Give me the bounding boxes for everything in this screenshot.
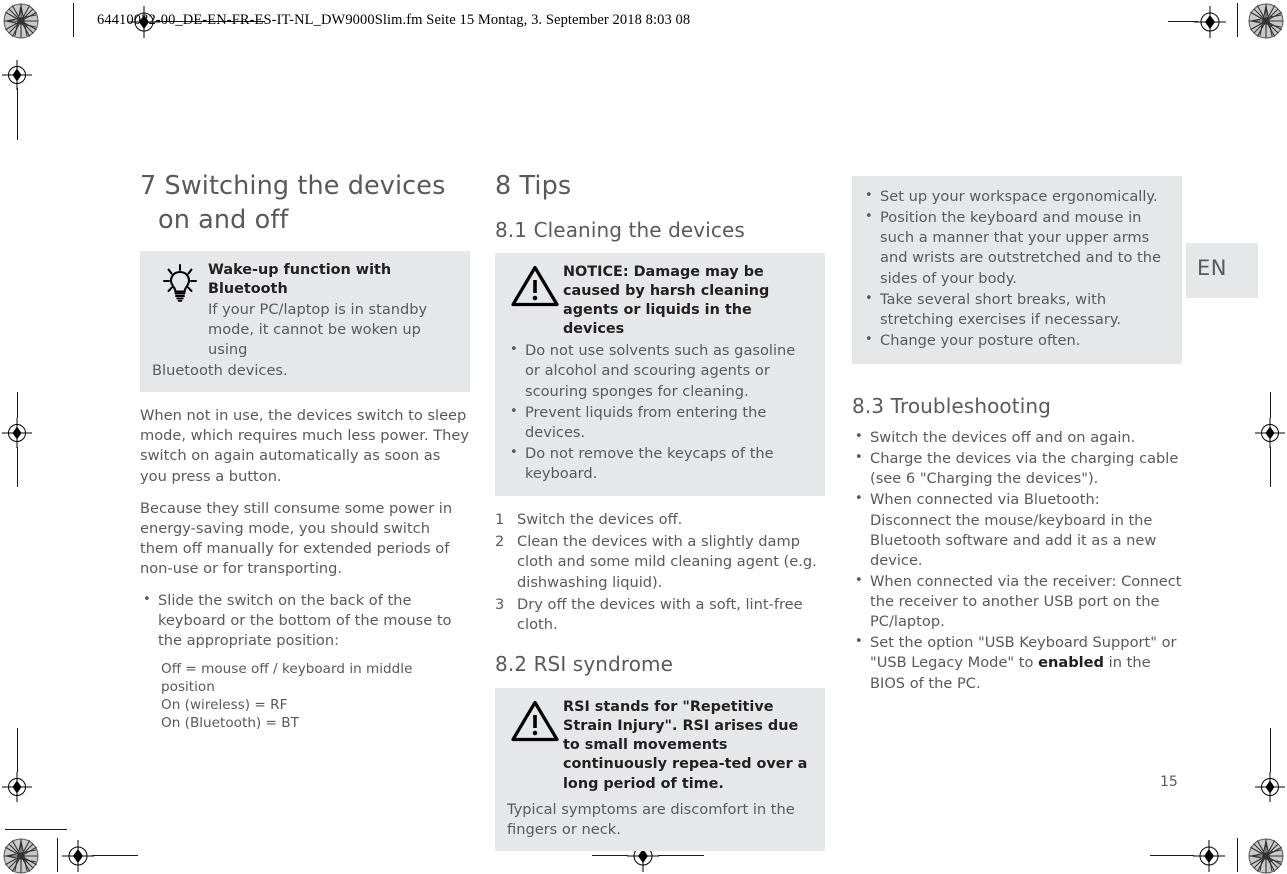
printed-page: 64410032-00_DE-EN-FR-ES-IT-NL_DW9000Slim…: [0, 0, 1287, 874]
switch-position-off: Off = mouse off / keyboard in middle pos…: [161, 660, 413, 695]
trim-rule-bottom-right-1: [1150, 855, 1194, 856]
registration-target-icon: [1255, 772, 1285, 802]
registration-target-icon: [2, 60, 32, 90]
list-item: Do not remove the keycaps of the keyboar…: [507, 444, 813, 484]
step-text: Clean the devices with a slightly damp c…: [517, 533, 817, 591]
trim-rule-left-upper: [17, 88, 18, 140]
content-column-3: Set up your workspace ergonomically. Pos…: [852, 176, 1182, 695]
trim-rule-right-mid-upper: [1270, 392, 1271, 418]
switch-instruction-list: Slide the switch on the back of the keyb…: [140, 591, 470, 651]
warning-triangle-icon: [507, 263, 563, 307]
language-tab-label: EN: [1197, 256, 1227, 280]
cleaning-steps-list: 1 Switch the devices off. 2 Clean the de…: [495, 510, 825, 635]
trim-rule-bottom-left-2: [92, 855, 138, 856]
switch-position-legend: Off = mouse off / keyboard in middle pos…: [161, 660, 470, 732]
content-column-2: 8 Tips 8.1 Cleaning the devices NOTICE: …: [495, 170, 825, 851]
registration-target-icon: [2, 772, 32, 802]
trim-rule-left: [73, 3, 74, 37]
star-target-rosette-icon: [3, 838, 39, 874]
list-item: Switch the devices off and on again.: [852, 428, 1182, 448]
switch-position-bt: On (Bluetooth) = BT: [161, 714, 299, 731]
registration-target-icon: [1194, 6, 1226, 38]
trim-rule-left-mid-lower: [17, 447, 18, 487]
registration-target-icon: [62, 840, 94, 872]
trim-rule-left-mid-upper: [17, 392, 18, 418]
registration-target-icon: [1193, 840, 1225, 872]
cleaning-notice-box: NOTICE: Damage may be caused by harsh cl…: [495, 252, 825, 497]
section-heading-7-line1: 7 Switching the devices: [140, 171, 446, 201]
energy-saving-paragraph: Because they still consume some power in…: [140, 499, 453, 577]
list-item: Charge the devices via the charging cabl…: [852, 449, 1182, 489]
content-column-1: 7 Switching the devices on and off Wake-…: [140, 170, 470, 732]
cleaning-notice-list: Do not use solvents such as gasoline or …: [507, 341, 813, 484]
list-item: 1 Switch the devices off.: [495, 510, 825, 530]
trim-rule-bottom-right-v: [1237, 838, 1238, 872]
section-heading-7: 7 Switching the devices on and off: [140, 170, 470, 237]
troubleshooting-list: Switch the devices off and on again. Cha…: [852, 428, 1182, 694]
list-item: When connected via Bluetooth: Disconnect…: [852, 490, 1182, 571]
list-item: 2 Clean the devices with a slightly damp…: [495, 532, 825, 592]
trim-rule-top-right: [1168, 21, 1198, 22]
switch-position-rf: On (wireless) = RF: [161, 696, 288, 713]
warning-triangle-icon: [507, 698, 563, 742]
step-number: 2: [495, 533, 505, 551]
list-item: Do not use solvents such as gasoline or …: [507, 341, 813, 401]
trim-rule-right: [1237, 3, 1238, 37]
rsi-notice-title: RSI stands for "Repetitive Strain Injury…: [563, 698, 808, 792]
bios-text-bold: enabled: [1038, 654, 1105, 672]
step-text: Switch the devices off.: [517, 511, 683, 529]
step-number: 3: [495, 595, 505, 613]
wake-up-tip-text-continued: Bluetooth devices.: [152, 362, 288, 379]
star-target-rosette-icon: [3, 3, 39, 39]
rsi-notice-box: RSI stands for "Repetitive Strain Injury…: [495, 687, 825, 851]
language-tab-en: EN: [1186, 243, 1258, 298]
list-item: Change your posture often.: [862, 331, 1168, 351]
star-target-rosette-icon: [1248, 838, 1284, 874]
list-item-bios: Set the option "USB Keyboard Support" or…: [852, 633, 1182, 693]
trim-rule-bottom-center-left: [592, 855, 628, 856]
list-item: Take several short breaks, with stretchi…: [862, 290, 1168, 330]
trim-rule-left-lower: [17, 728, 18, 772]
list-item: Position the keyboard and mouse in such …: [862, 208, 1168, 289]
cleaning-notice-title: NOTICE: Damage may be caused by harsh cl…: [563, 263, 770, 338]
wake-up-tip-box: Wake-up function with Bluetooth If your …: [140, 251, 470, 393]
list-item: 3 Dry off the devices with a soft, lint-…: [495, 595, 825, 635]
list-item: Set up your workspace ergonomically.: [862, 187, 1168, 207]
section-heading-8: 8 Tips: [495, 171, 572, 201]
wake-up-tip-text: If your PC/laptop is in standby mode, it…: [208, 300, 428, 358]
rsi-notice-text: Typical symptoms are discomfort in the f…: [507, 800, 795, 838]
lightbulb-icon: [152, 261, 208, 303]
trim-rule-bottom-left: [5, 829, 67, 830]
list-item: Slide the switch on the back of the keyb…: [140, 591, 470, 651]
registration-target-icon: [2, 418, 32, 448]
section-heading-7-line2: on and off: [158, 204, 289, 235]
star-target-rosette-icon: [1248, 3, 1284, 39]
trim-rule-right-mid-lower: [1270, 447, 1271, 487]
ergonomics-list: Set up your workspace ergonomically. Pos…: [862, 187, 1168, 351]
list-item: Prevent liquids from entering the device…: [507, 403, 813, 443]
wake-up-tip-title: Wake-up function with Bluetooth: [208, 262, 392, 298]
trim-rule-right-lower: [1270, 728, 1271, 772]
page-number: 15: [1160, 774, 1178, 790]
trim-rule-bottom-center-right: [658, 855, 704, 856]
step-number: 1: [495, 511, 505, 529]
registration-target-icon: [1255, 418, 1285, 448]
trim-rule-bottom-left-v: [57, 838, 58, 872]
subsection-heading-8-2: 8.2 RSI syndrome: [495, 651, 674, 676]
sleep-mode-paragraph: When not in use, the devices switch to s…: [140, 407, 470, 485]
subsection-heading-8-3: 8.3 Troubleshooting: [852, 394, 1051, 418]
list-item: When connected via the receiver: Connect…: [852, 572, 1182, 632]
ergonomics-box: Set up your workspace ergonomically. Pos…: [852, 176, 1182, 364]
step-text: Dry off the devices with a soft, lint-fr…: [517, 595, 803, 633]
file-header-slug: 64410032-00_DE-EN-FR-ES-IT-NL_DW9000Slim…: [97, 12, 691, 28]
subsection-heading-8-1: 8.1 Cleaning the devices: [495, 217, 745, 242]
